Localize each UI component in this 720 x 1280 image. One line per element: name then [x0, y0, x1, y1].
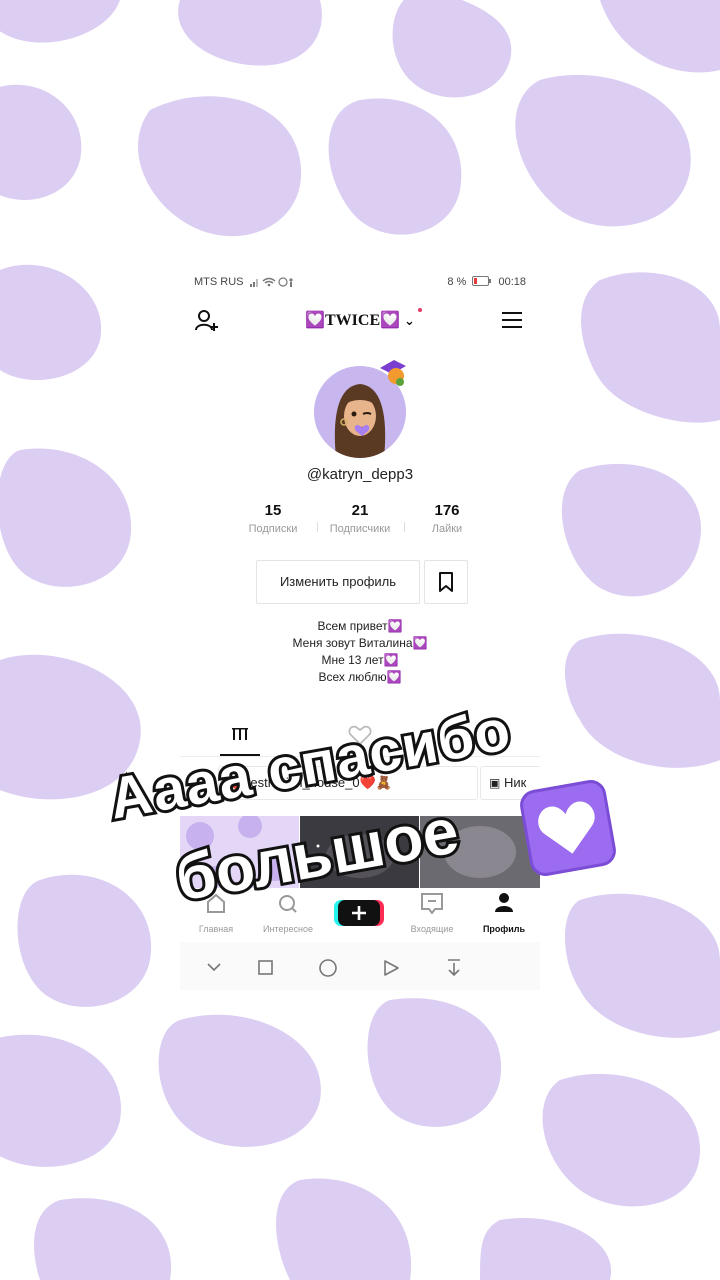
stat-label: Подписчики — [329, 523, 391, 535]
nav-label: Интересное — [263, 924, 313, 934]
notification-pulldown-icon[interactable] — [448, 959, 460, 977]
purple-heart-emoji-icon — [520, 780, 616, 876]
nav-label: Входящие — [410, 924, 454, 934]
battery-percent: 8 % — [447, 276, 467, 288]
stat-value: 176 — [434, 502, 460, 519]
back-icon[interactable] — [384, 960, 399, 976]
plus-button — [338, 900, 380, 926]
status-bar: MTS RUS 8 % 00:18 — [180, 270, 540, 294]
battery-icon — [472, 276, 492, 286]
stat-label: Лайки — [431, 523, 463, 535]
notification-dot — [418, 308, 422, 312]
bio-line: Меня зовут Виталина💟 — [292, 636, 428, 650]
add-friend-icon[interactable] — [194, 308, 220, 334]
status-right: 8 % 00:18 — [447, 276, 526, 288]
bio-line: Всех люблю💟 — [318, 670, 402, 684]
chevron-down-icon: ⌄ — [404, 314, 415, 329]
stat-following[interactable]: 15 Подписки — [228, 502, 318, 535]
nav-profile[interactable]: Профиль — [468, 888, 540, 938]
bookmark-icon — [439, 572, 453, 592]
bio-line: Мне 13 лет💟 — [321, 653, 399, 667]
nav-inbox[interactable]: Входящие — [396, 888, 468, 938]
username: @katryn_depp3 — [306, 466, 414, 483]
profile-header: 💟TWICE💟 ⌄ — [180, 300, 540, 340]
profile-icon — [495, 893, 513, 912]
stat-label: Подписки — [248, 523, 298, 535]
clock: 00:18 — [498, 276, 526, 288]
favorites-button[interactable] — [424, 560, 468, 604]
nav-label: Профиль — [482, 924, 526, 934]
sticker-icon — [380, 360, 406, 386]
stat-value: 21 — [351, 502, 369, 519]
inbox-icon — [421, 893, 443, 915]
menu-icon[interactable] — [502, 312, 522, 328]
signal-icon — [250, 276, 294, 291]
edit-profile-button[interactable]: Изменить профиль — [256, 560, 420, 604]
recents-icon[interactable] — [258, 960, 273, 975]
chevron-down-icon[interactable] — [207, 963, 221, 972]
system-navigation-bar — [180, 942, 540, 990]
account-name: 💟TWICE💟 — [305, 312, 401, 329]
home-circle-icon[interactable] — [319, 959, 337, 977]
carrier-label: MTS RUS — [194, 276, 244, 288]
stat-value: 15 — [264, 502, 282, 519]
bio-line: Всем привет💟 — [317, 619, 403, 633]
plus-icon — [352, 906, 366, 920]
bio: Всем привет💟 Меня зовут Виталина💟 Мне 13… — [180, 618, 540, 686]
stat-likes[interactable]: 176 Лайки — [402, 502, 492, 535]
stat-followers[interactable]: 21 Подписчики — [315, 502, 405, 535]
account-switcher[interactable]: 💟TWICE💟 ⌄ — [300, 308, 422, 334]
